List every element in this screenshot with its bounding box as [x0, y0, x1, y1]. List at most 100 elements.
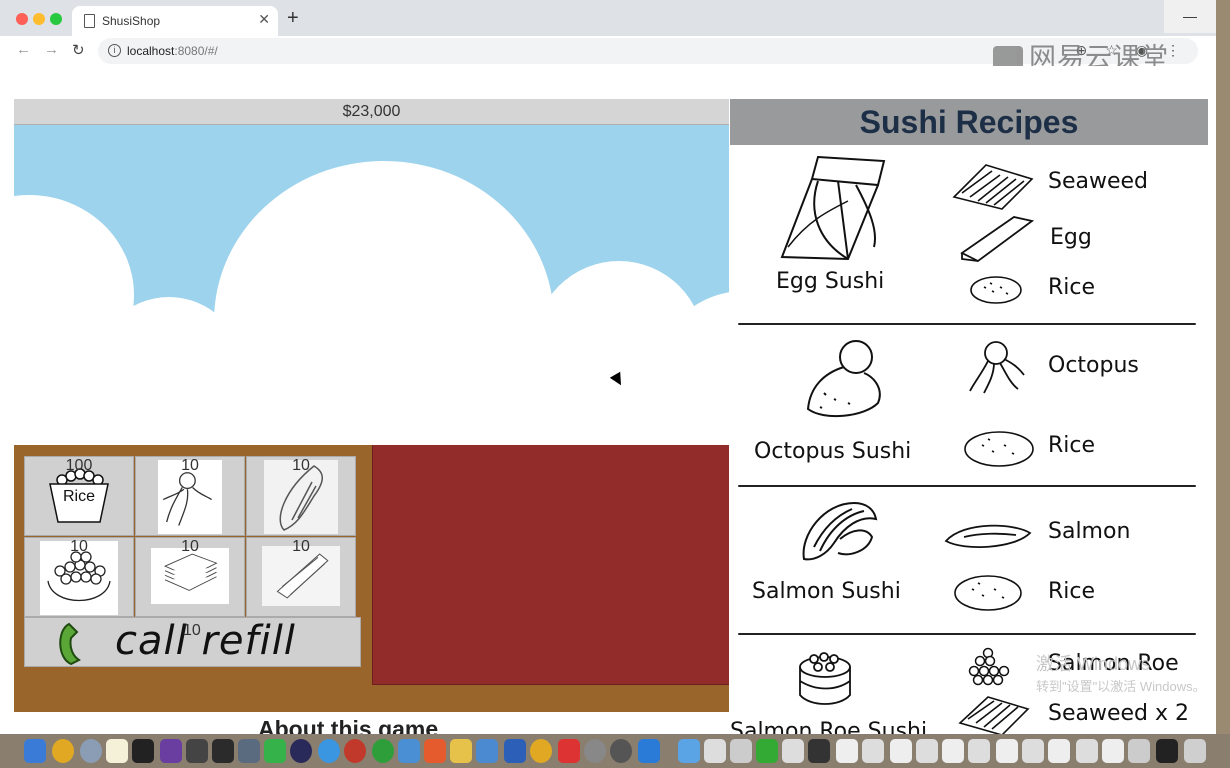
app-icon[interactable]: [610, 739, 632, 763]
salmon-roe-ingredient-icon: [968, 647, 1010, 686]
window-thumbnail[interactable]: [942, 739, 964, 763]
camtasia-icon[interactable]: [264, 739, 286, 763]
trash-icon[interactable]: [1184, 739, 1206, 763]
window-thumbnail[interactable]: [1156, 739, 1178, 763]
windows-icon[interactable]: [424, 739, 446, 763]
back-arrow-icon[interactable]: ←: [16, 41, 31, 58]
gitkraken-icon[interactable]: [344, 739, 366, 763]
game-area: $23,000 Rice 100 10 10 10 10 10 call ref…: [14, 99, 729, 712]
ingredient-seaweed-x2: Seaweed x 2: [1048, 701, 1190, 726]
axure-rp-icon[interactable]: [160, 739, 182, 763]
window-thumbnail[interactable]: [968, 739, 990, 763]
safari-icon[interactable]: [318, 739, 340, 763]
egg-count: 10: [292, 538, 310, 555]
app-icon[interactable]: [398, 739, 420, 763]
window-thumbnail[interactable]: [836, 739, 858, 763]
url-host: localhost: [127, 44, 175, 58]
window-thumbnail[interactable]: [996, 739, 1018, 763]
app-icon[interactable]: [476, 739, 498, 763]
inventory-slot-rice[interactable]: Rice 100: [24, 456, 134, 536]
inventory-slot-salmon-roe[interactable]: 10: [24, 537, 134, 617]
page-content: $23,000 Rice 100 10 10 10 10 10 call ref…: [0, 66, 1216, 734]
ingredient-salmon: Salmon: [1048, 519, 1131, 544]
recipe-divider: [738, 323, 1196, 325]
reload-icon[interactable]: ↻: [72, 41, 85, 59]
window-thumbnail[interactable]: [808, 739, 830, 763]
windows-activation-title: 激活 Windows: [1036, 654, 1151, 674]
ingredient-seaweed: Seaweed: [1048, 169, 1149, 194]
seaweed-ingredient-icon: [958, 696, 1030, 734]
call-refill-button[interactable]: call refill 10: [24, 617, 361, 667]
recipe-divider: [738, 633, 1196, 635]
app-icon[interactable]: [638, 739, 660, 763]
settings-icon[interactable]: [584, 739, 606, 763]
chrome-icon[interactable]: [52, 739, 74, 763]
window-thumbnail[interactable]: [1048, 739, 1070, 763]
salmon-count: 10: [292, 457, 310, 474]
finder-icon[interactable]: [24, 739, 46, 763]
word-icon[interactable]: [504, 739, 526, 763]
forward-arrow-icon[interactable]: →: [44, 41, 59, 58]
close-tab-icon[interactable]: ✕: [258, 11, 270, 28]
notes-icon[interactable]: [106, 739, 128, 763]
window-thumbnail[interactable]: [782, 739, 804, 763]
seaweed-icon: [151, 548, 229, 604]
window-thumbnail[interactable]: [890, 739, 912, 763]
activity-monitor-icon[interactable]: [212, 739, 234, 763]
rice-label: Rice: [62, 488, 95, 505]
salmon-ingredient-icon: [944, 524, 1032, 549]
terminal-icon[interactable]: [132, 739, 154, 763]
rice-ingredient-icon: [954, 575, 1022, 611]
about-heading: About this game: [258, 716, 439, 734]
window-thumbnail[interactable]: [1022, 739, 1044, 763]
call-refill-label: call refill: [115, 618, 296, 664]
minimize-button[interactable]: —: [1164, 0, 1216, 33]
recipe-name-egg-sushi: Egg Sushi: [776, 269, 885, 294]
eclipse-icon[interactable]: [290, 739, 312, 763]
tab-title: ShusiShop: [102, 14, 161, 28]
inventory-slot-seaweed[interactable]: 10: [135, 537, 245, 617]
url-text: localhost:8080/#/: [127, 44, 218, 58]
maximize-window-button[interactable]: [50, 13, 62, 25]
window-thumbnail[interactable]: [862, 739, 884, 763]
recipe-name-octopus-sushi: Octopus Sushi: [754, 439, 912, 464]
rice-ingredient-icon: [970, 276, 1022, 304]
money-display: $23,000: [14, 99, 729, 125]
page-icon: [84, 14, 95, 28]
recipe-name-salmon-roe-sushi: Salmon Roe Sushi: [730, 719, 928, 734]
inventory-slot-egg[interactable]: 10: [246, 537, 356, 617]
window-thumbnail[interactable]: [1102, 739, 1124, 763]
octopus-count: 10: [181, 457, 199, 474]
window-thumbnail[interactable]: [704, 739, 726, 763]
call-refill-count: 10: [183, 622, 201, 639]
dock: [0, 734, 1230, 768]
folder-icon[interactable]: [450, 739, 472, 763]
windows-activation-subtitle: 转到"设置"以激活 Windows。: [1036, 679, 1206, 694]
sublime-icon[interactable]: [186, 739, 208, 763]
recipes-title: Sushi Recipes: [730, 99, 1208, 145]
new-tab-button[interactable]: +: [287, 8, 299, 28]
window-thumbnail[interactable]: [1076, 739, 1098, 763]
info-icon[interactable]: i: [108, 44, 121, 57]
app-icon[interactable]: [558, 739, 580, 763]
window-thumbnail[interactable]: [916, 739, 938, 763]
sushi-counter[interactable]: [372, 445, 729, 685]
url-path: :8080/#/: [174, 44, 218, 58]
ingredient-octopus: Octopus: [1048, 353, 1139, 378]
folder-icon[interactable]: [678, 739, 700, 763]
launchpad-icon[interactable]: [80, 739, 102, 763]
window-thumbnail[interactable]: [756, 739, 778, 763]
rice-count: 100: [65, 457, 93, 474]
window-thumbnail[interactable]: [1128, 739, 1150, 763]
chrome-icon[interactable]: [530, 739, 552, 763]
inventory-slot-salmon[interactable]: 10: [246, 456, 356, 536]
window-thumbnail[interactable]: [730, 739, 752, 763]
tab-shusishop[interactable]: ShusiShop ✕: [72, 6, 278, 36]
ingredient-egg: Egg: [1050, 225, 1092, 250]
minimize-window-button[interactable]: [33, 13, 45, 25]
desktop-edge: [1216, 0, 1230, 734]
app-icon[interactable]: [372, 739, 394, 763]
close-window-button[interactable]: [16, 13, 28, 25]
preview-icon[interactable]: [238, 739, 260, 763]
inventory-slot-octopus[interactable]: 10: [135, 456, 245, 536]
